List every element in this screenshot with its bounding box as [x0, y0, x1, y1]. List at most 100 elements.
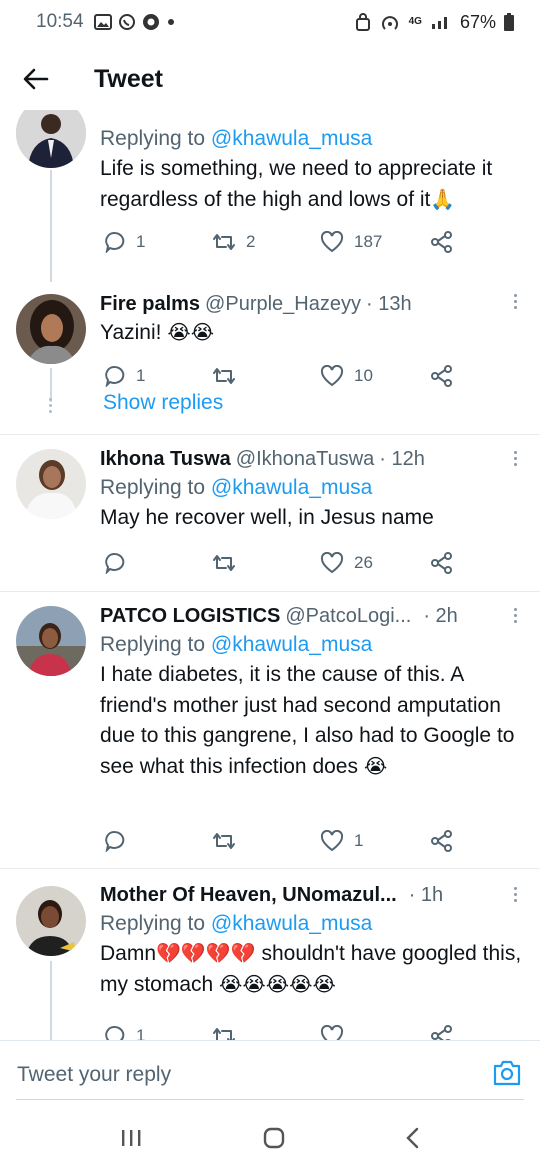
heart-icon	[320, 231, 344, 253]
author-line: PATCO LOGISTICS @PatcoLogi... · 2h	[100, 602, 524, 630]
tweet[interactable]: PATCO LOGISTICS @PatcoLogi... · 2h Reply…	[0, 592, 540, 868]
reply-count: 1	[136, 232, 146, 251]
home-button[interactable]	[262, 1126, 286, 1155]
more-options-button[interactable]	[512, 887, 518, 902]
system-navigation-bar	[0, 1110, 540, 1170]
battery-percent: 67%	[459, 11, 496, 32]
signal-icon	[431, 17, 447, 29]
display-name[interactable]: Ikhona Tuswa	[100, 445, 231, 473]
crying-emoji: 😭😭	[167, 322, 215, 344]
reply-feed[interactable]: Replying to @khawula_musa Life is someth…	[0, 110, 540, 1040]
retweet-icon	[213, 833, 235, 849]
avatar[interactable]	[16, 110, 86, 168]
share-button[interactable]	[430, 365, 454, 387]
share-icon	[431, 1025, 452, 1040]
tweet[interactable]: Replying to @khawula_musa Life is someth…	[0, 110, 540, 282]
reply-button[interactable]: 1	[104, 365, 145, 387]
chrome-icon	[142, 14, 159, 30]
tweet[interactable]: Fire palms @Purple_Hazeyy · 13h Yazini! …	[0, 282, 540, 434]
camera-icon	[493, 1060, 521, 1086]
page-title: Tweet	[94, 64, 163, 93]
replying-to: Replying to @khawula_musa	[100, 127, 373, 150]
like-button[interactable]: 1	[320, 830, 363, 852]
avatar[interactable]	[16, 449, 86, 519]
mention-link[interactable]: @khawula_musa	[211, 127, 372, 150]
tweet[interactable]: Ikhona Tuswa @IkhonaTuswa · 12h Replying…	[0, 435, 540, 591]
retweet-button[interactable]	[212, 552, 246, 574]
reply-icon	[105, 552, 125, 574]
heart-icon	[320, 552, 344, 574]
more-options-button[interactable]	[512, 608, 518, 623]
avatar[interactable]	[16, 886, 86, 956]
reply-button[interactable]: 1	[104, 1025, 145, 1040]
tweet-text: May he recover well, in Jesus name	[100, 506, 434, 529]
arrow-left-icon	[23, 68, 49, 90]
reply-button[interactable]: 1	[104, 231, 145, 253]
gallery-icon	[93, 14, 112, 30]
share-icon	[431, 231, 452, 253]
display-name[interactable]: PATCO LOGISTICS	[100, 602, 280, 630]
crying-emoji: 😭	[363, 755, 388, 778]
like-count: 10	[354, 366, 373, 385]
timestamp: · 2h	[423, 605, 458, 627]
replying-to: Replying to @khawula_musa	[100, 912, 373, 935]
more-options-button[interactable]	[512, 451, 518, 466]
crying-emoji: 😭😭😭😭😭	[219, 973, 336, 996]
back-nav-button[interactable]	[405, 1127, 421, 1154]
avatar[interactable]	[16, 606, 86, 676]
reply-composer[interactable]: Tweet your reply	[0, 1040, 540, 1110]
mention-link[interactable]: @khawula_musa	[211, 476, 372, 499]
reply-icon	[105, 365, 125, 387]
share-button[interactable]	[430, 231, 454, 253]
author-line: Fire palms @Purple_Hazeyy · 13h	[100, 290, 524, 318]
reply-input[interactable]: Tweet your reply	[17, 1063, 171, 1087]
mention-link[interactable]: @khawula_musa	[211, 912, 372, 935]
reply-button[interactable]	[104, 552, 136, 574]
user-handle[interactable]: @Purple_Hazeyy	[205, 290, 361, 318]
retweet-icon	[213, 1028, 235, 1040]
broken-heart-emoji: 💔💔💔💔	[156, 943, 256, 965]
like-button[interactable]: 26	[320, 552, 373, 574]
back-button[interactable]	[0, 48, 72, 110]
user-handle[interactable]: @IkhonaTuswa	[236, 445, 375, 473]
share-button[interactable]	[430, 830, 454, 852]
like-button[interactable]	[320, 1025, 344, 1040]
share-icon	[431, 552, 452, 574]
retweet-icon	[213, 555, 235, 571]
reply-button[interactable]	[104, 830, 136, 852]
retweet-icon	[213, 234, 235, 250]
tweet-text: I hate diabetes, it is the cause of this…	[100, 663, 515, 778]
retweet-button[interactable]	[212, 365, 246, 387]
retweet-button[interactable]: 2	[212, 231, 255, 253]
recent-apps-button[interactable]	[119, 1128, 143, 1153]
retweet-button[interactable]	[212, 830, 246, 852]
retweet-icon	[213, 368, 235, 384]
tweet[interactable]: Mother Of Heaven, UNomazul... · 1h Reply…	[0, 869, 540, 1040]
tweet-text: Yazini! 😭😭	[100, 321, 215, 344]
like-button[interactable]: 187	[320, 231, 382, 253]
timestamp: · 13h	[365, 293, 412, 315]
avatar[interactable]	[16, 294, 86, 364]
retweet-button[interactable]	[212, 1025, 236, 1040]
display-name[interactable]: Mother Of Heaven, UNomazul...	[100, 881, 397, 909]
show-replies-link[interactable]: Show replies	[103, 391, 223, 415]
share-icon	[431, 830, 452, 852]
share-button[interactable]	[430, 552, 454, 574]
user-handle[interactable]: @PatcoLogi...	[285, 602, 411, 630]
chevron-left-icon	[405, 1127, 418, 1148]
reply-count: 1	[136, 1026, 146, 1040]
whatsapp-icon	[118, 14, 135, 30]
retweet-count: 2	[246, 232, 256, 251]
more-options-button[interactable]	[512, 294, 518, 309]
like-count: 187	[354, 232, 383, 251]
replying-to: Replying to @khawula_musa	[100, 476, 373, 499]
camera-button[interactable]	[492, 1059, 522, 1092]
thread-ellipsis	[49, 398, 52, 413]
home-icon	[263, 1127, 285, 1148]
mention-link[interactable]: @khawula_musa	[211, 633, 372, 656]
share-button[interactable]	[430, 1025, 454, 1040]
clock: 10:54	[36, 11, 84, 32]
reply-icon	[105, 1025, 125, 1040]
display-name[interactable]: Fire palms	[100, 290, 200, 318]
like-button[interactable]: 10	[320, 365, 373, 387]
